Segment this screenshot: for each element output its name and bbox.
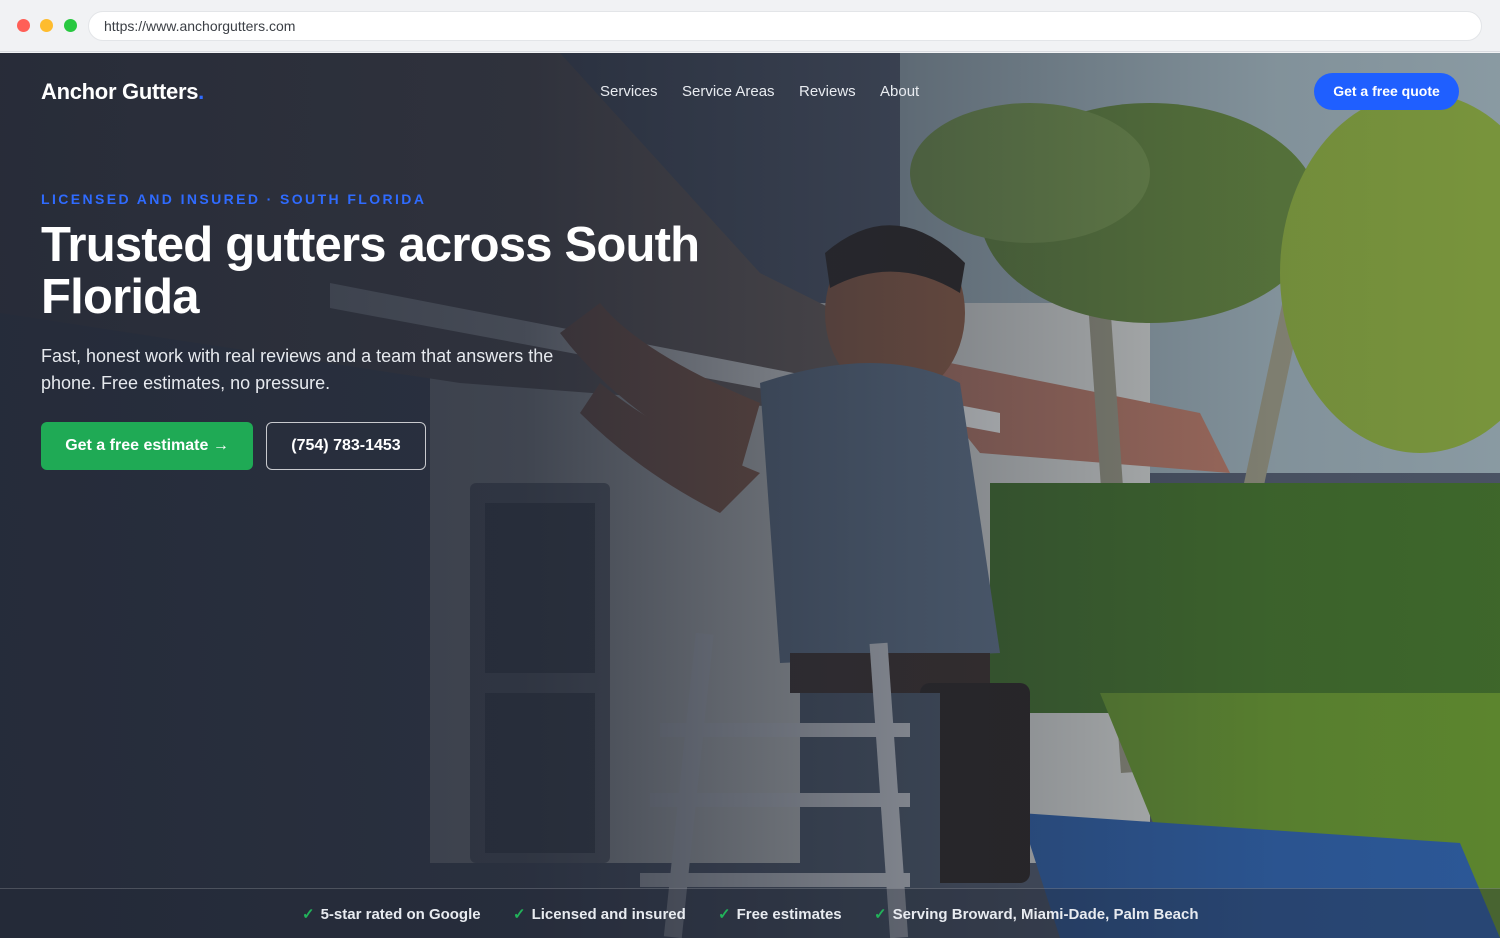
trust-item-label: Licensed and insured: [531, 906, 686, 923]
hero-section: Anchor Gutters. Services Service Areas R…: [0, 53, 1500, 938]
browser-chrome: https://www.anchorgutters.com: [0, 0, 1500, 52]
hero-overlay: [0, 53, 1500, 938]
nav-link-service-areas[interactable]: Service Areas: [682, 83, 775, 100]
get-free-quote-button[interactable]: Get a free quote: [1314, 73, 1459, 110]
trust-bar: ✓ 5-star rated on Google ✓ Licensed and in…: [0, 888, 1500, 938]
maximize-window-button[interactable]: [64, 19, 77, 32]
close-window-button[interactable]: [17, 19, 30, 32]
trust-item: ✓ Serving Broward, Miami-Dade, Palm Beach: [874, 905, 1199, 923]
nav-link-reviews[interactable]: Reviews: [799, 83, 856, 100]
hero-headline: Trusted gutters across South Florida: [41, 218, 700, 324]
trust-item-label: Serving Broward, Miami-Dade, Palm Beach: [892, 906, 1199, 923]
nav-link-services[interactable]: Services: [600, 83, 658, 100]
trust-item: ✓ Free estimates: [718, 905, 842, 923]
trust-item-label: 5-star rated on Google: [320, 906, 481, 923]
site-logo[interactable]: Anchor Gutters.: [41, 79, 204, 105]
hero-subcopy: Fast, honest work with real reviews and …: [41, 346, 554, 393]
phone-call-button[interactable]: (754) 783-1453: [266, 422, 426, 470]
trust-item: ✓ Licensed and insured: [513, 905, 686, 923]
minimize-window-button[interactable]: [40, 19, 53, 32]
check-icon: ✓: [718, 906, 731, 923]
hero-eyebrow: LICENSED AND INSURED · SOUTH FLORIDA: [41, 191, 427, 207]
logo-dot: .: [198, 79, 204, 104]
trust-item: ✓ 5-star rated on Google: [302, 905, 481, 923]
logo-text: Anchor Gutters: [41, 79, 199, 104]
check-icon: ✓: [302, 906, 315, 923]
get-free-estimate-button[interactable]: Get a free estimate →: [41, 422, 253, 470]
check-icon: ✓: [513, 906, 526, 923]
nav-link-about[interactable]: About: [880, 83, 919, 100]
trust-item-label: Free estimates: [736, 906, 842, 923]
address-bar[interactable]: https://www.anchorgutters.com: [88, 11, 1482, 41]
check-icon: ✓: [874, 906, 887, 923]
